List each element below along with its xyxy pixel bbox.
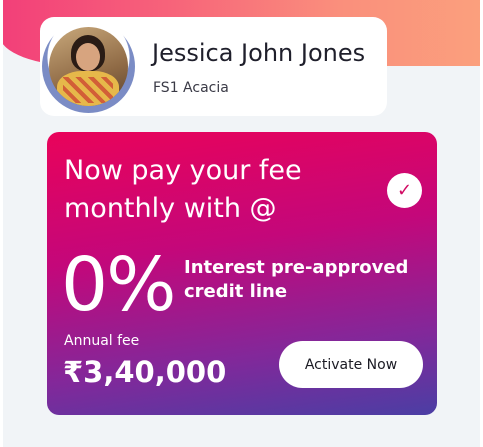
checkmark-icon: ✓ [387, 173, 422, 208]
avatar[interactable] [42, 20, 135, 113]
profile-subtitle: FS1 Acacia [153, 80, 229, 96]
fee-offer-card: Now pay your fee monthly with @ ✓ 0% Int… [47, 132, 437, 415]
promo-headline: Now pay your fee monthly with @ [64, 155, 302, 224]
interest-rate: 0% [61, 242, 176, 328]
app-screen: Jessica John Jones FS1 Acacia Now pay yo… [3, 0, 480, 447]
interest-description: Interest pre-approved credit line [184, 257, 409, 302]
annual-fee-amount: ₹3,40,000 [63, 355, 227, 389]
avatar-face-shape [76, 43, 100, 71]
avatar-pattern-shape [63, 77, 113, 103]
annual-fee-label: Annual fee [64, 333, 140, 349]
avatar-photo [49, 27, 128, 106]
activate-now-button[interactable]: Activate Now [279, 341, 423, 388]
profile-card[interactable]: Jessica John Jones FS1 Acacia [40, 17, 387, 116]
profile-name: Jessica John Jones [152, 39, 366, 67]
